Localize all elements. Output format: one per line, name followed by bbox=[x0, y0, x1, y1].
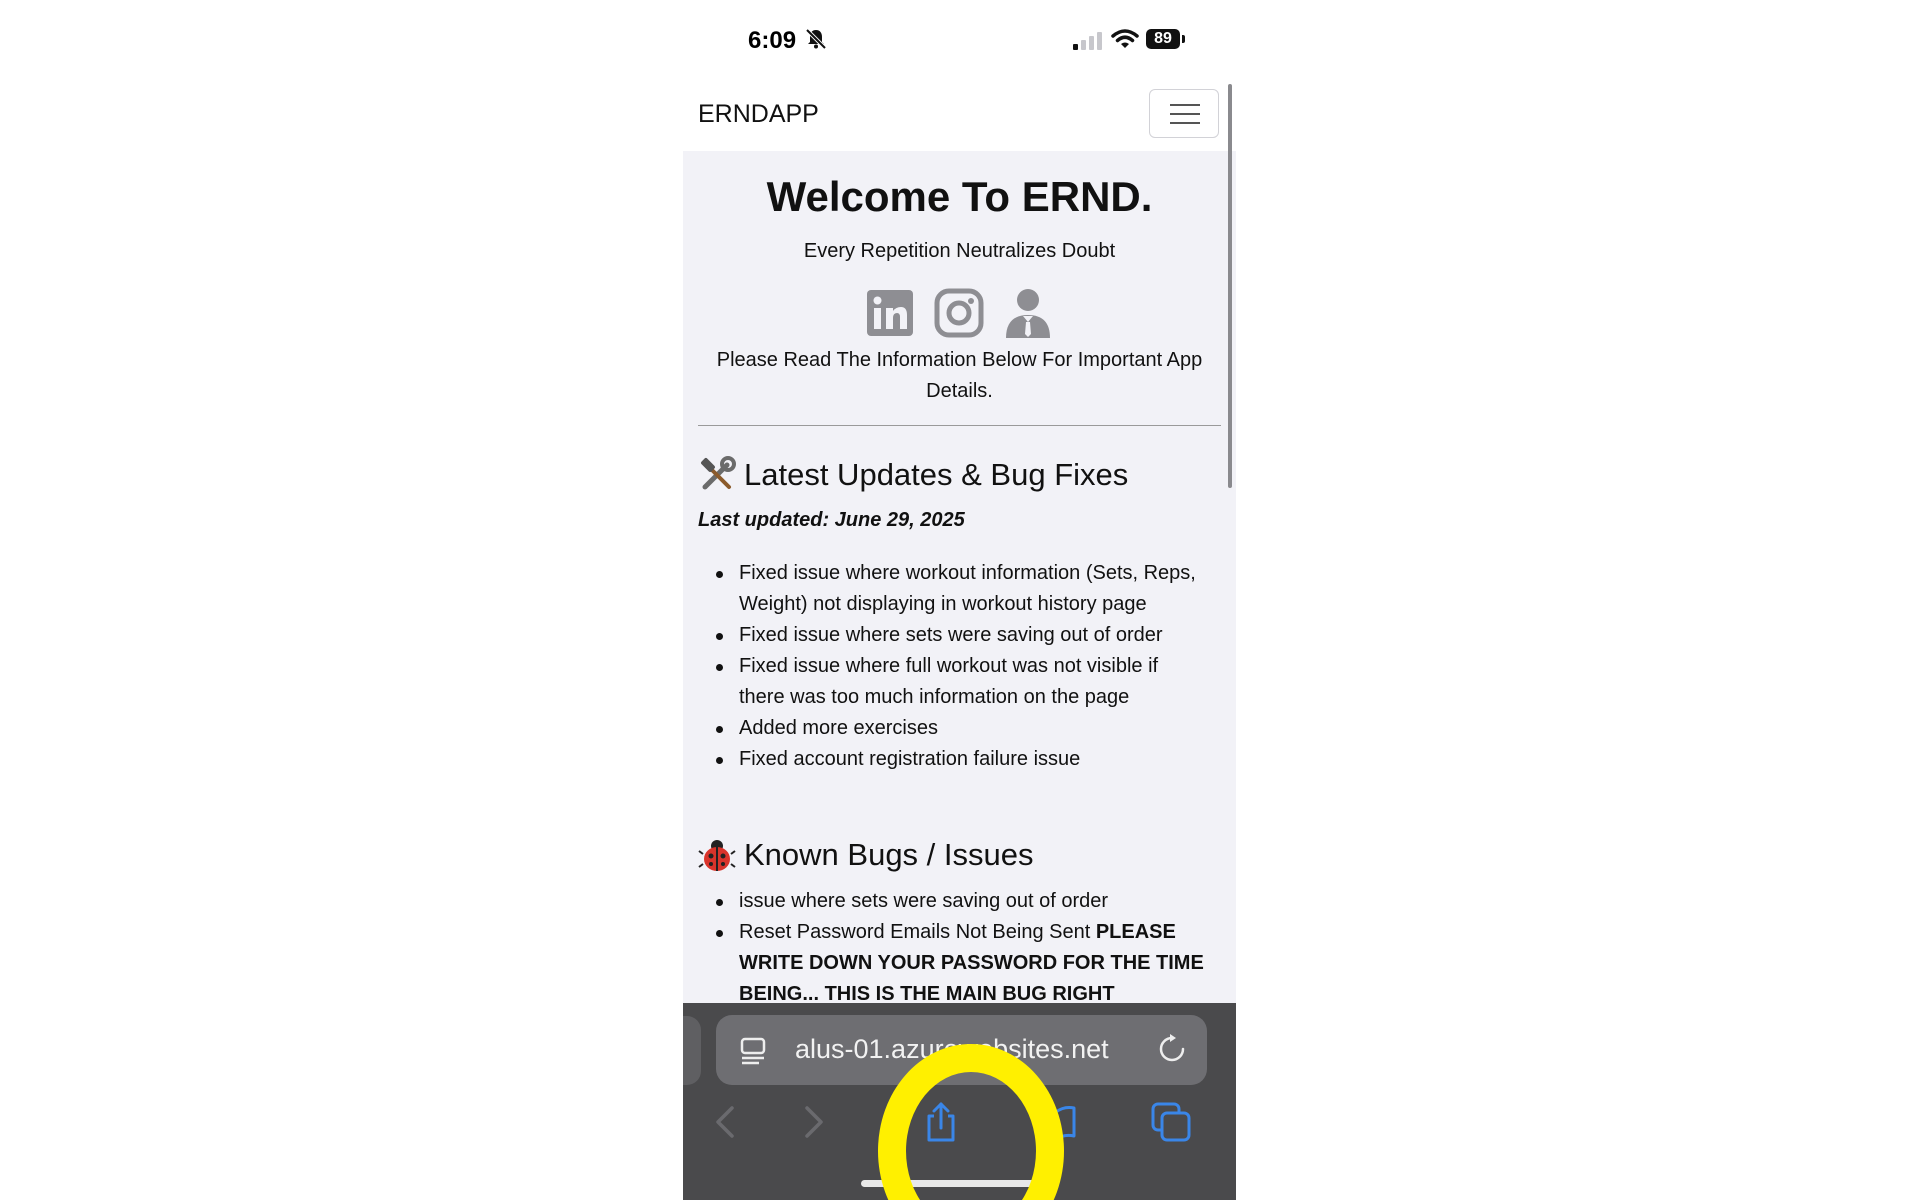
list-item: Fixed issue where sets were saving out o… bbox=[716, 620, 1209, 651]
battery-icon: 89 bbox=[1146, 29, 1180, 49]
hamburger-icon bbox=[1170, 113, 1200, 115]
navbar-brand[interactable]: ERNDAPP bbox=[698, 100, 819, 129]
list-item: Fixed issue where workout information (S… bbox=[716, 558, 1209, 620]
hammer-and-wrench-icon bbox=[701, 456, 736, 490]
cellular-signal-icon bbox=[1073, 32, 1102, 50]
list-item: Reset Password Emails Not Being Sent PLE… bbox=[716, 917, 1209, 1010]
tabs-icon[interactable] bbox=[1149, 1100, 1193, 1144]
hamburger-icon bbox=[1170, 104, 1200, 106]
back-icon[interactable] bbox=[705, 1100, 749, 1144]
bug-text: issue where sets were saving out of orde… bbox=[739, 890, 1109, 912]
ladybug-icon bbox=[698, 840, 736, 871]
instagram-icon[interactable] bbox=[934, 288, 984, 338]
bell-slash-icon bbox=[805, 28, 827, 50]
intro-text: Please Read The Information Below For Im… bbox=[716, 349, 1203, 402]
wifi-icon bbox=[1111, 29, 1139, 48]
page-title: Welcome To ERND. bbox=[766, 173, 1153, 220]
updates-heading-text: Latest Updates & Bug Fixes bbox=[744, 457, 1129, 492]
menu-toggle-button[interactable] bbox=[1149, 89, 1219, 138]
previous-tab-peek[interactable] bbox=[683, 1016, 701, 1085]
bugs-heading-text: Known Bugs / Issues bbox=[744, 837, 1034, 872]
hamburger-icon bbox=[1170, 122, 1200, 124]
updates-heading: Latest Updates & Bug Fixes bbox=[698, 456, 1128, 494]
reload-icon[interactable] bbox=[1157, 1034, 1187, 1064]
scrollbar[interactable] bbox=[1228, 84, 1232, 488]
phone-screen: 6:09 89 ERNDAPP Welcome To ERND. Every R… bbox=[683, 0, 1236, 1200]
list-item: Fixed account registration failure issue bbox=[716, 744, 1209, 775]
person-icon[interactable] bbox=[1003, 288, 1053, 338]
linkedin-icon[interactable] bbox=[865, 288, 915, 338]
page-menu-icon[interactable] bbox=[739, 1036, 769, 1066]
updates-list: Fixed issue where workout information (S… bbox=[716, 558, 1209, 775]
last-updated: Last updated: June 29, 2025 bbox=[698, 509, 965, 531]
battery-cap bbox=[1182, 35, 1185, 43]
divider bbox=[698, 425, 1221, 426]
list-item: Added more exercises bbox=[716, 713, 1209, 744]
bugs-heading: Known Bugs / Issues bbox=[698, 836, 1034, 874]
page-subtitle: Every Repetition Neutralizes Doubt bbox=[803, 240, 1116, 262]
list-item: issue where sets were saving out of orde… bbox=[716, 886, 1209, 917]
status-time: 6:09 bbox=[748, 27, 797, 54]
list-item: Fixed issue where full workout was not v… bbox=[716, 651, 1209, 713]
bugs-list: issue where sets were saving out of orde… bbox=[716, 886, 1209, 1010]
bug-text: Reset Password Emails Not Being Sent bbox=[739, 921, 1096, 943]
forward-icon[interactable] bbox=[790, 1100, 834, 1144]
